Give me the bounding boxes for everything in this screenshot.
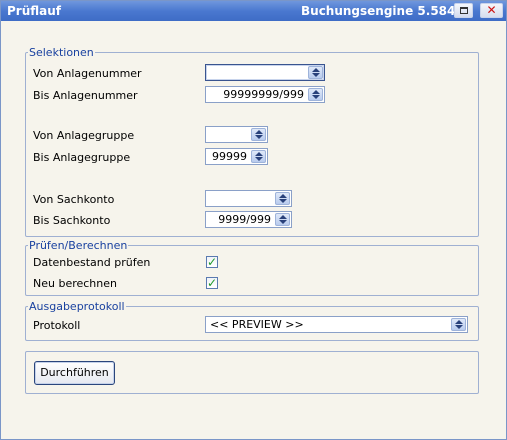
selektionen-legend: Selektionen (29, 46, 94, 59)
bis-anlagenummer-label: Bis Anlagenummer (33, 89, 138, 102)
checkmark-icon: ✓ (207, 276, 218, 290)
protokoll-value: << PREVIEW >> (210, 318, 304, 331)
von-sachkonto-label: Von Sachkonto (33, 193, 115, 206)
ausgabeprotokoll-legend: Ausgabeprotokoll (29, 300, 125, 313)
von-anlagegruppe-input[interactable] (205, 126, 268, 143)
bis-anlagegruppe-value: 99999 (212, 150, 247, 163)
bis-anlagenummer-input[interactable]: 99999999/999 (205, 86, 325, 103)
spin-updown-icon[interactable] (451, 318, 466, 331)
spin-updown-icon[interactable] (275, 192, 290, 205)
von-anlagenummer-label: Von Anlagenummer (33, 67, 142, 80)
spin-updown-icon[interactable] (308, 88, 323, 101)
spin-updown-icon[interactable] (251, 128, 266, 141)
datenbestand-pruefen-label: Datenbestand prüfen (33, 256, 151, 269)
bis-sachkonto-value: 9999/999 (218, 213, 271, 226)
durchfuehren-button[interactable]: Durchführen (34, 361, 115, 385)
bis-anlagenummer-value: 99999999/999 (223, 88, 304, 101)
close-button[interactable]: ✕ (480, 3, 503, 18)
close-icon: ✕ (486, 3, 497, 17)
bis-sachkonto-input[interactable]: 9999/999 (205, 211, 292, 228)
protokoll-label: Protokoll (33, 319, 81, 332)
window-title: Prüflauf (7, 4, 62, 18)
bis-sachkonto-label: Bis Sachkonto (33, 214, 111, 227)
bis-anlagegruppe-input[interactable]: 99999 (205, 148, 268, 165)
restore-button[interactable] (454, 3, 473, 18)
spin-updown-icon[interactable] (251, 150, 266, 163)
von-sachkonto-input[interactable] (205, 190, 292, 207)
neu-berechnen-label: Neu berechnen (33, 277, 117, 290)
title-bar[interactable]: Prüflauf Buchungsengine 5.584 ✕ (1, 1, 506, 21)
spin-updown-icon[interactable] (275, 213, 290, 226)
von-anlagegruppe-label: Von Anlagegruppe (33, 129, 135, 142)
app-version-title: Buchungsengine 5.584 (301, 4, 456, 18)
pruefen-berechnen-legend: Prüfen/Berechnen (29, 239, 128, 252)
pruefblauf-window: Prüflauf Buchungsengine 5.584 ✕ Selektio… (0, 0, 507, 440)
bis-anlagegruppe-label: Bis Anlagegruppe (33, 151, 131, 164)
restore-icon (460, 7, 468, 14)
neu-berechnen-checkbox[interactable]: ✓ (206, 276, 218, 290)
protokoll-select[interactable]: << PREVIEW >> (205, 316, 468, 333)
von-anlagenummer-input[interactable] (205, 64, 325, 81)
spin-updown-icon[interactable] (308, 66, 323, 79)
checkmark-icon: ✓ (207, 255, 218, 269)
datenbestand-pruefen-checkbox[interactable]: ✓ (206, 255, 218, 269)
